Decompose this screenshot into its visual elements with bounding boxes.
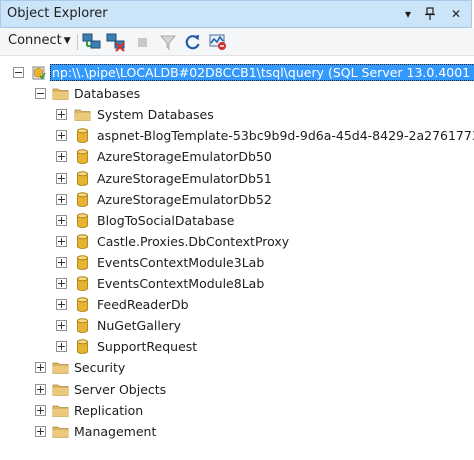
folder-icon [52,381,69,398]
database-icon [74,212,91,229]
tree-node-databases[interactable]: Databases [0,83,474,104]
tree-node-label: BlogToSocialDatabase [97,212,235,228]
tree-node-folder[interactable]: Security [0,357,474,378]
tree-node-system-databases[interactable]: System Databases [0,104,474,125]
folder-icon [74,106,91,123]
connect-button[interactable]: Connect ▼ [8,33,71,48]
tree-node-folder[interactable]: Management [0,421,474,442]
tree-node-label: NuGetGallery [97,318,182,334]
tree-node-label: np:\\.\pipe\LOCALDB#02D8CCB1\tsql\query … [50,64,474,81]
database-icon [74,296,91,313]
tree-node-label: AzureStorageEmulatorDb51 [97,170,272,186]
tree-node-label: Castle.Proxies.DbContextProxy [97,233,290,249]
tree-node-label: aspnet-BlogTemplate-53bc9b9d-9d6a-45d4-8… [97,128,474,144]
database-icon [74,148,91,165]
folder-icon [52,85,69,102]
object-explorer-toolbar: Connect ▼ [0,28,474,56]
database-icon [74,233,91,250]
tree-node-label: AzureStorageEmulatorDb52 [97,191,272,207]
expand-icon[interactable] [56,299,67,311]
toolbar-separator [77,34,78,50]
database-icon [74,170,91,187]
tree-node-database[interactable]: FeedReaderDb [0,294,474,315]
tree-node-label: SupportRequest [97,339,198,355]
tree-node-label: EventsContextModule8Lab [97,276,265,291]
tree-node-database[interactable]: NuGetGallery [0,315,474,336]
expand-icon[interactable] [56,256,67,268]
expand-icon[interactable] [56,109,67,121]
expand-icon[interactable] [56,341,67,353]
tree-node-label: Security [74,360,126,376]
folder-icon [52,423,69,440]
tree-node-database[interactable]: SupportRequest [0,336,474,357]
connect-label: Connect [8,33,62,48]
chevron-down-icon: ▼ [63,36,71,46]
panel-title: Object Explorer [7,6,108,21]
expand-icon[interactable] [56,214,67,226]
tree-node-label: Server Objects [74,381,167,397]
database-icon [74,191,91,208]
database-icon [74,338,91,355]
expand-icon[interactable] [56,151,67,163]
window-position-dropdown-icon[interactable]: ▾ [399,5,417,23]
object-explorer-tree[interactable]: np:\\.\pipe\LOCALDB#02D8CCB1\tsql\query … [0,56,474,460]
expand-icon[interactable] [35,362,46,374]
database-icon [74,254,91,271]
tree-node-database[interactable]: AzureStorageEmulatorDb50 [0,146,474,167]
tree-node-label: EventsContextModule3Lab [97,254,265,270]
tree-node-database[interactable]: AzureStorageEmulatorDb52 [0,189,474,210]
tree-node-label: System Databases [97,107,214,123]
expand-icon[interactable] [56,193,67,205]
expand-icon[interactable] [56,235,67,247]
panel-title-bar: Object Explorer ▾ ✕ [0,0,472,28]
refresh-icon[interactable] [183,32,203,52]
auto-hide-pin-icon[interactable] [421,5,439,23]
tree-node-database[interactable]: Castle.Proxies.DbContextProxy [0,231,474,252]
tree-node-database[interactable]: EventsContextModule3Lab [0,252,474,273]
database-icon [74,317,91,334]
tree-node-label: AzureStorageEmulatorDb50 [97,149,272,165]
tree-node-database[interactable]: EventsContextModule8Lab [0,273,474,294]
collapse-icon[interactable] [35,88,46,100]
database-icon [74,275,91,292]
database-icon [74,127,91,144]
server-icon [30,64,47,81]
tree-node-database[interactable]: AzureStorageEmulatorDb51 [0,168,474,189]
tree-node-folder[interactable]: Replication [0,400,474,421]
expand-icon[interactable] [56,278,67,289]
object-explorer-panel: Object Explorer ▾ ✕ Connect ▼ np:\\.\pip… [0,0,474,460]
expand-icon[interactable] [56,172,67,184]
tree-node-database[interactable]: BlogToSocialDatabase [0,210,474,231]
folder-icon [52,359,69,376]
expand-icon[interactable] [35,404,46,416]
expand-icon[interactable] [35,425,46,437]
tree-node-server[interactable]: np:\\.\pipe\LOCALDB#02D8CCB1\tsql\query … [0,62,474,83]
activity-monitor-icon[interactable] [208,32,228,52]
folder-icon [52,402,69,419]
disconnect-icon[interactable] [106,32,126,52]
collapse-icon[interactable] [13,67,24,78]
connect-object-explorer-icon[interactable] [82,32,102,52]
close-icon[interactable]: ✕ [447,5,465,23]
tree-node-database[interactable]: aspnet-BlogTemplate-53bc9b9d-9d6a-45d4-8… [0,125,474,146]
tree-node-label: Databases [74,86,141,102]
filter-icon[interactable] [158,32,178,52]
expand-icon[interactable] [56,130,67,142]
tree-node-label: FeedReaderDb [97,297,189,313]
expand-icon[interactable] [35,383,46,395]
stop-icon[interactable] [133,32,153,52]
expand-icon[interactable] [56,320,67,332]
tree-node-folder[interactable]: Server Objects [0,379,474,400]
tree-node-label: Replication [74,402,144,418]
tree-node-label: Management [74,423,157,439]
